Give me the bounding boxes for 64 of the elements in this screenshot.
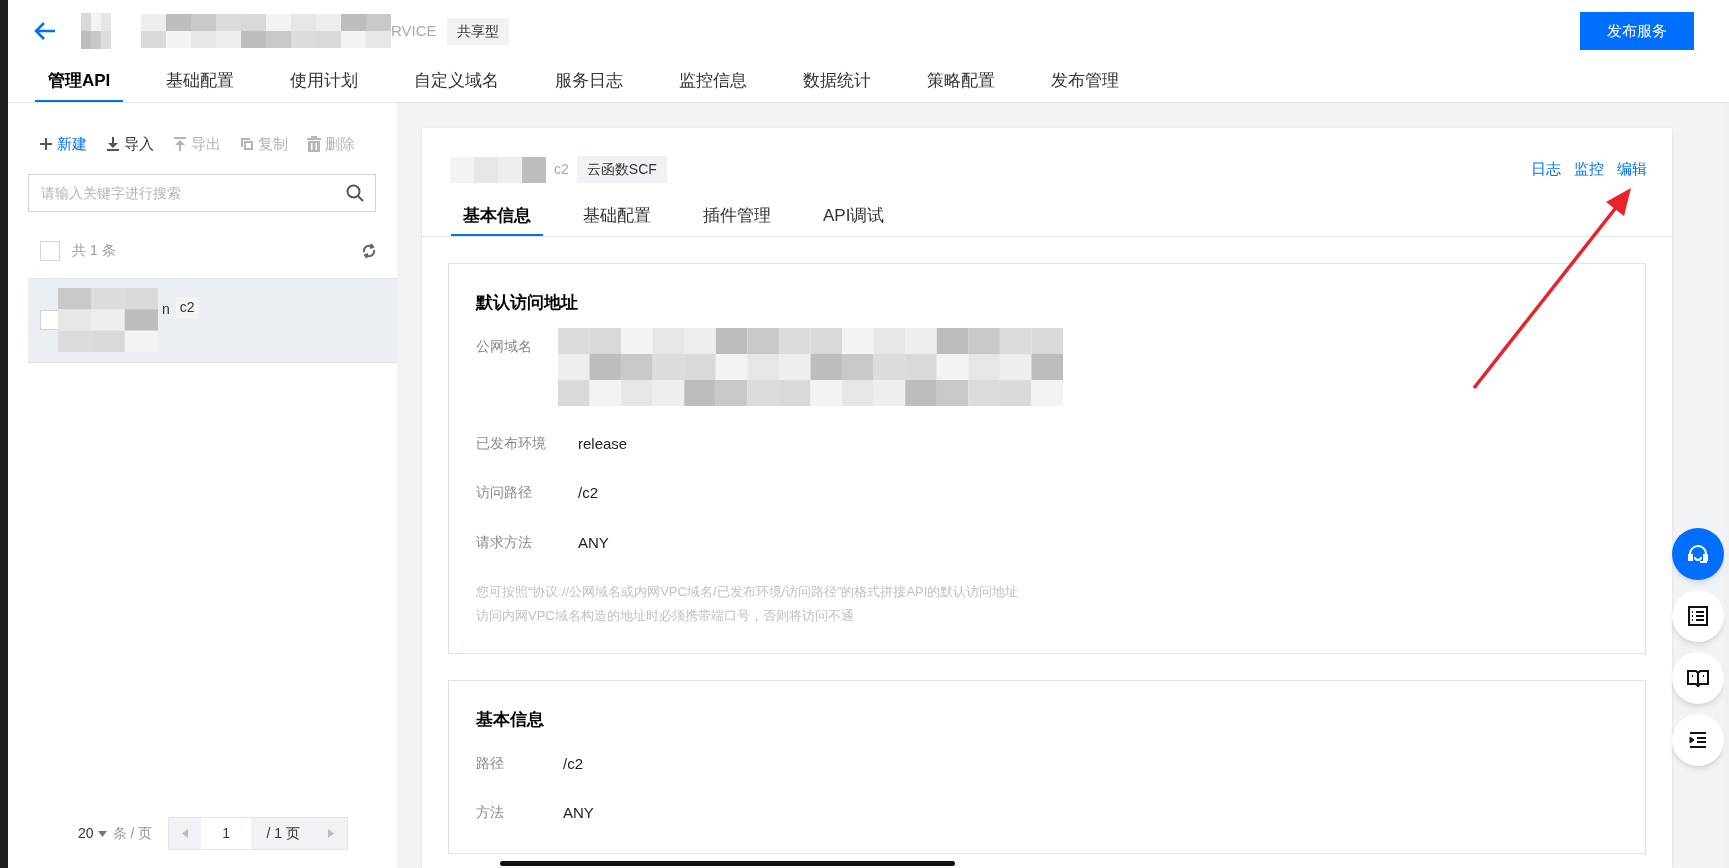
field-label: 方法 xyxy=(476,803,505,822)
list-icon xyxy=(1686,604,1710,628)
main-tab[interactable]: 策略配置 xyxy=(914,62,1009,102)
field-value: ANY xyxy=(563,803,594,823)
detail-tab[interactable]: 基本信息 xyxy=(451,197,543,236)
service-type-tag: 共享型 xyxy=(446,17,509,45)
caret-left-icon xyxy=(182,829,189,838)
field-label: 访问路径 xyxy=(476,483,533,502)
field-value: /c2 xyxy=(563,753,583,774)
plus-icon xyxy=(38,136,54,153)
api-name: n xyxy=(162,299,170,319)
action-link[interactable]: 日志 xyxy=(1531,158,1561,181)
backend-type-tag: 云函数SCF xyxy=(576,156,667,183)
toolbar-button[interactable]: 新建 xyxy=(38,133,87,156)
main-tab[interactable]: 使用计划 xyxy=(277,62,372,102)
floating-button[interactable] xyxy=(1672,652,1724,704)
api-list-item[interactable]: n c2 xyxy=(28,277,397,363)
action-link[interactable]: 编辑 xyxy=(1617,158,1647,181)
action-link[interactable]: 监控 xyxy=(1574,158,1604,181)
service-name: RVICE xyxy=(391,20,437,41)
api-path: c2 xyxy=(554,160,569,179)
main-tab[interactable]: 服务日志 xyxy=(542,62,637,102)
page-input[interactable]: 1 xyxy=(201,818,252,849)
caret-icon xyxy=(97,830,107,837)
main-tab[interactable]: 自定义域名 xyxy=(401,62,513,102)
floating-button[interactable] xyxy=(1672,590,1724,642)
copy-icon xyxy=(239,136,255,153)
headset-icon xyxy=(1686,542,1710,566)
page-size-select[interactable]: 20 xyxy=(78,823,107,844)
toolbar-button[interactable]: 导入 xyxy=(105,133,154,156)
search-field[interactable]: 请输入关键字进行搜索 xyxy=(28,173,376,212)
section-title: 基本信息 xyxy=(476,709,545,731)
field-label: 请求方法 xyxy=(476,532,533,552)
back-arrow-icon[interactable] xyxy=(34,21,56,41)
total-pages: / 1 页 xyxy=(265,824,301,843)
upload-icon xyxy=(172,136,188,153)
blurred-block xyxy=(81,13,111,49)
field-label: 路径 xyxy=(476,753,505,773)
detail-tab[interactable]: 基础配置 xyxy=(571,197,663,236)
per-page-label: 条 / 页 xyxy=(112,824,153,843)
main-tab[interactable]: 监控信息 xyxy=(666,62,761,102)
download-icon xyxy=(105,136,121,153)
api-path-tag: c2 xyxy=(175,296,199,318)
publish-button[interactable]: 发布服务 xyxy=(1580,12,1694,50)
main-tab[interactable]: 基础配置 xyxy=(153,62,248,102)
floating-button[interactable] xyxy=(1672,714,1724,766)
field-label: 已发布环境 xyxy=(476,433,547,453)
detail-tab[interactable]: 插件管理 xyxy=(691,197,783,236)
detail-tab[interactable]: API调试 xyxy=(811,197,897,236)
main-tab[interactable]: 数据统计 xyxy=(790,62,885,102)
caret-right-icon xyxy=(328,829,335,838)
checkbox[interactable] xyxy=(40,240,60,261)
main-tab[interactable]: 发布管理 xyxy=(1038,62,1133,102)
checkbox[interactable] xyxy=(40,310,60,330)
hint-text: 您可按照“协议://公网域名或内网VPC域名/已发布环境/访问路径”的格式拼接API的默认访问地址 xyxy=(476,583,1020,601)
refresh-icon[interactable] xyxy=(361,241,377,260)
total-count: 共 1 条 xyxy=(72,241,116,260)
section-title: 默认访问地址 xyxy=(476,292,579,314)
field-value: release xyxy=(578,433,628,454)
trash-icon xyxy=(306,136,322,153)
search-icon[interactable] xyxy=(346,183,364,202)
field-value: /c2 xyxy=(578,483,598,503)
field-label: 公网域名 xyxy=(476,336,533,356)
field-value: ANY xyxy=(578,532,609,553)
